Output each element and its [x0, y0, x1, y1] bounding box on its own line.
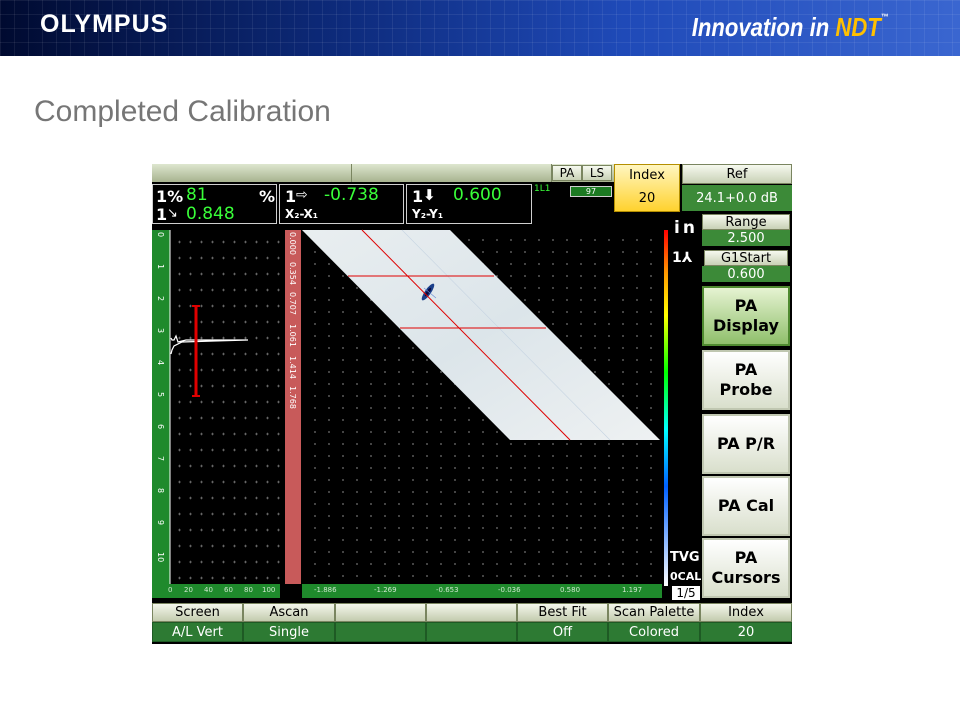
param-empty-label[interactable]	[426, 603, 517, 622]
sscan-x-tick: -1.269	[374, 586, 397, 594]
param-index-value[interactable]: 20	[700, 622, 792, 642]
param-screen-value[interactable]: A/L Vert	[152, 622, 243, 642]
param-ascan-label[interactable]: Ascan	[243, 603, 335, 622]
olympus-logo: OLYMPUS	[40, 10, 169, 38]
param-empty-label[interactable]	[335, 603, 426, 622]
tagline-ndt: NDT	[834, 12, 881, 42]
instrument-screen: PA LS Index 20 Ref 24.1+0.0 dB 1L1 97 1%…	[152, 164, 792, 644]
sscan-x-tick: -0.653	[436, 586, 459, 594]
param-best-fit-label[interactable]: Best Fit	[517, 603, 608, 622]
sscan-x-ruler: -1.886 -1.269 -0.653 -0.036 0.580 1.197	[302, 584, 662, 598]
param-empty-value[interactable]	[426, 622, 517, 642]
sscan-x-tick: 1.197	[622, 586, 643, 594]
slide-banner: OLYMPUS Innovation in NDT™	[0, 0, 960, 56]
sscan-x-tick: -1.886	[314, 586, 337, 594]
tagline-trademark: ™	[880, 12, 888, 22]
param-empty-value[interactable]	[335, 622, 426, 642]
param-ascan-value[interactable]: Single	[243, 622, 335, 642]
param-scan-palette-label[interactable]: Scan Palette	[608, 603, 700, 622]
tagline: Innovation in NDT™	[691, 12, 888, 43]
sscan-overlay	[302, 229, 660, 441]
param-scan-palette-value[interactable]: Colored	[608, 622, 700, 642]
sscan-x-tick: 0.580	[560, 586, 581, 594]
param-index-label[interactable]: Index	[700, 603, 792, 622]
sscan-x-tick: -0.036	[498, 586, 521, 594]
sscan-wedge	[302, 230, 660, 440]
tagline-prefix: Innovation in	[691, 12, 835, 42]
param-best-fit-value[interactable]: Off	[517, 622, 608, 642]
slide-title: Completed Calibration	[34, 95, 331, 128]
param-screen-label[interactable]: Screen	[152, 603, 243, 622]
